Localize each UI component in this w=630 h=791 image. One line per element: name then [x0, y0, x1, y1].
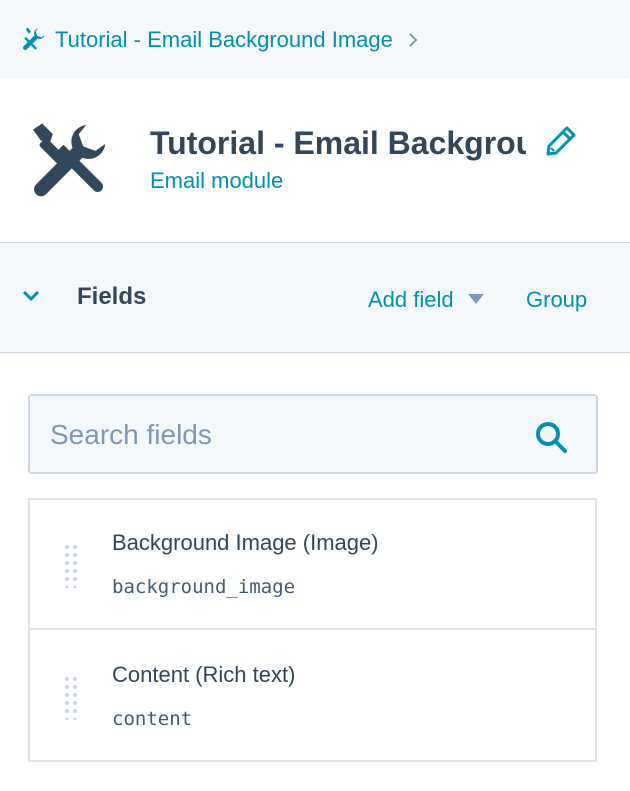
fields-panel-header: Fields Add field Group — [0, 242, 630, 353]
module-header: Tutorial - Email Background Image Email … — [0, 79, 630, 242]
field-name: background_image — [112, 576, 296, 598]
drag-handle-icon[interactable] — [64, 676, 78, 720]
drag-handle-icon[interactable] — [64, 544, 78, 588]
fields-heading: Fields — [77, 283, 147, 310]
field-name: content — [112, 708, 193, 730]
pencil-icon[interactable] — [545, 125, 577, 157]
list-item[interactable]: Background Image (Image) background_imag… — [30, 500, 595, 630]
page-title: Tutorial - Email Background Image — [150, 125, 526, 161]
breadcrumb[interactable]: Tutorial - Email Background Image — [20, 24, 419, 56]
tools-icon — [33, 123, 106, 197]
add-field-label: Add field — [368, 287, 454, 312]
list-item[interactable]: Content (Rich text) content — [30, 632, 595, 762]
search-box — [28, 394, 598, 474]
chevron-down-icon[interactable] — [20, 288, 42, 304]
field-label: Background Image (Image) — [112, 530, 379, 555]
add-field-button[interactable]: Add field — [368, 287, 484, 313]
module-type-link[interactable]: Email module — [150, 168, 283, 194]
caret-down-icon — [467, 294, 484, 304]
tools-icon — [22, 27, 45, 51]
breadcrumb-label: Tutorial - Email Background Image — [55, 27, 393, 52]
breadcrumb-bar: Tutorial - Email Background Image — [0, 0, 630, 79]
search-input[interactable] — [50, 416, 510, 454]
chevron-right-icon — [409, 33, 418, 47]
search-icon[interactable] — [534, 420, 568, 454]
group-button[interactable]: Group — [526, 287, 587, 313]
field-label: Content (Rich text) — [112, 662, 296, 687]
field-list: Background Image (Image) background_imag… — [28, 498, 597, 762]
